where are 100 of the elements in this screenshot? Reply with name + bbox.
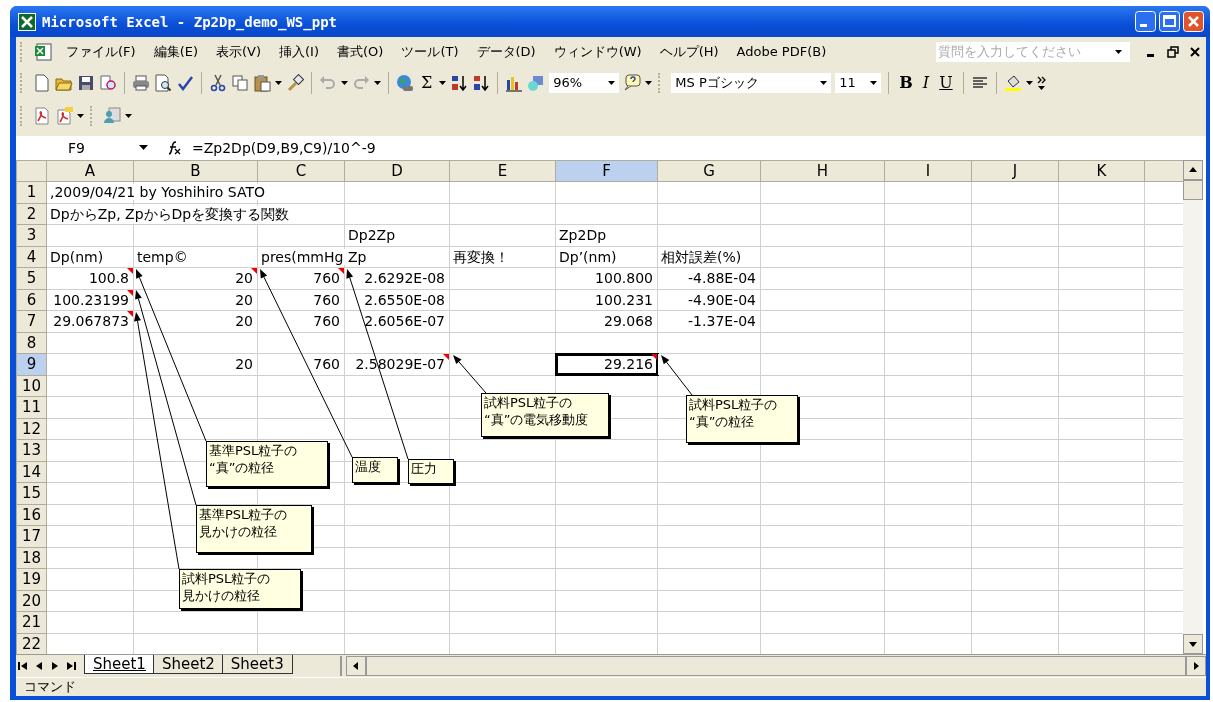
caret-icon[interactable] xyxy=(820,80,828,85)
caret-icon[interactable] xyxy=(341,80,348,85)
row-header[interactable]: 1 xyxy=(16,181,47,203)
scroll-down-icon[interactable] xyxy=(1183,634,1203,654)
column-header[interactable]: H xyxy=(760,160,885,182)
column-header[interactable]: G xyxy=(657,160,761,182)
function-icon[interactable] xyxy=(166,140,182,155)
pdf-icon[interactable] xyxy=(33,107,51,126)
row-header[interactable]: 11 xyxy=(16,396,47,418)
row-header[interactable]: 12 xyxy=(16,418,47,440)
menu-item[interactable]: ファイル(F) xyxy=(57,40,145,63)
new-document-icon[interactable] xyxy=(33,73,51,92)
autosum-button[interactable]: Σ xyxy=(418,73,436,93)
save-icon[interactable] xyxy=(77,73,95,92)
menu-item[interactable]: ヘルプ(H) xyxy=(650,40,728,63)
italic-button[interactable]: I xyxy=(919,73,933,93)
row-header[interactable]: 14 xyxy=(16,461,47,483)
column-header[interactable]: E xyxy=(449,160,556,182)
last-sheet-icon[interactable] xyxy=(64,660,78,672)
column-header[interactable]: F xyxy=(555,160,658,182)
row-header[interactable]: 3 xyxy=(16,224,47,246)
formula-field[interactable]: =Zp2Dp(D9,B9,C9)/10^-9 xyxy=(192,139,376,156)
paste-icon[interactable] xyxy=(253,73,271,92)
help-search-field[interactable]: 質問を入力してください xyxy=(936,41,1130,62)
sort-ascending-icon[interactable] xyxy=(450,73,469,92)
zoom-field[interactable]: 96% xyxy=(549,72,620,93)
menu-item[interactable]: 書式(O) xyxy=(328,40,393,63)
row-header[interactable]: 6 xyxy=(16,289,47,311)
sheet-tab[interactable]: Sheet3 xyxy=(221,655,293,674)
first-sheet-icon[interactable] xyxy=(16,660,30,672)
menu-item[interactable]: 編集(E) xyxy=(144,40,207,63)
row-header[interactable]: 19 xyxy=(16,568,47,590)
row-header[interactable]: 17 xyxy=(16,525,47,547)
caret-icon[interactable] xyxy=(125,114,132,119)
scroll-right-icon[interactable] xyxy=(1186,656,1206,676)
scroll-left-icon[interactable] xyxy=(346,656,366,676)
caret-icon[interactable] xyxy=(77,114,84,119)
caret-icon[interactable] xyxy=(645,80,653,85)
caret-icon[interactable] xyxy=(139,145,148,151)
row-header[interactable]: 20 xyxy=(16,590,47,612)
restore-icon[interactable] xyxy=(1167,45,1179,58)
caret-icon[interactable] xyxy=(275,80,282,85)
comment-text: 圧力 xyxy=(411,461,437,478)
row-header[interactable]: 13 xyxy=(16,439,47,461)
row-header[interactable]: 7 xyxy=(16,310,47,332)
caret-icon[interactable] xyxy=(439,80,447,85)
row-header[interactable]: 15 xyxy=(16,482,47,504)
pdf-comment-icon[interactable] xyxy=(55,107,73,126)
font-size-field[interactable]: 11 xyxy=(835,72,882,93)
column-header[interactable]: I xyxy=(884,160,972,182)
column-header[interactable]: J xyxy=(971,160,1059,182)
caret-icon[interactable] xyxy=(870,80,878,85)
menu-item[interactable]: データ(D) xyxy=(467,40,545,63)
row-header[interactable]: 21 xyxy=(16,611,47,633)
column-header[interactable]: K xyxy=(1058,160,1145,182)
sheet-tab[interactable]: Sheet1 xyxy=(84,655,155,674)
help-icon[interactable] xyxy=(623,73,642,92)
menu-item[interactable]: Adobe PDF(B) xyxy=(727,42,836,62)
sort-descending-icon[interactable] xyxy=(472,73,491,92)
fill-color-icon[interactable] xyxy=(1003,73,1022,92)
font-name-field[interactable]: MS Pゴシック xyxy=(671,72,832,93)
column-header[interactable]: D xyxy=(344,160,450,182)
format-painter-icon[interactable] xyxy=(286,73,304,92)
column-header[interactable]: A xyxy=(46,160,134,182)
minimize-icon[interactable] xyxy=(1135,11,1156,33)
bold-button[interactable]: B xyxy=(896,73,916,93)
close-icon[interactable] xyxy=(1189,45,1201,58)
menu-item[interactable]: ウィンドウ(W) xyxy=(544,40,651,63)
cell-text: -1.37E-04 xyxy=(687,313,757,329)
menu-item[interactable]: 表示(V) xyxy=(207,40,271,63)
active-cell[interactable]: 29.216 xyxy=(555,353,658,375)
underline-button[interactable]: U xyxy=(936,73,956,93)
globe-icon[interactable] xyxy=(396,73,414,92)
print-icon[interactable] xyxy=(132,73,150,92)
row-header[interactable]: 10 xyxy=(16,375,47,397)
print-preview-icon[interactable] xyxy=(154,73,172,92)
caret-icon[interactable] xyxy=(608,80,616,85)
row-header[interactable]: 4 xyxy=(16,246,47,268)
row-header[interactable]: 5 xyxy=(16,267,47,289)
column-header[interactable]: B xyxy=(133,160,258,182)
column-header[interactable]: C xyxy=(257,160,345,182)
row-header[interactable]: 22 xyxy=(16,633,47,654)
row-header[interactable]: 16 xyxy=(16,504,47,526)
permission-icon[interactable] xyxy=(99,73,117,92)
row-header[interactable]: 2 xyxy=(16,203,47,225)
copy-icon[interactable] xyxy=(231,73,249,92)
caret-icon[interactable] xyxy=(374,80,381,85)
row-header[interactable]: 9 xyxy=(16,353,47,375)
caret-icon[interactable] xyxy=(1025,80,1033,85)
cut-icon[interactable] xyxy=(209,73,227,92)
row-header[interactable]: 8 xyxy=(16,332,47,354)
maximize-icon[interactable] xyxy=(1159,11,1180,33)
row-header[interactable]: 18 xyxy=(16,547,47,569)
toolbar-options-icon[interactable] xyxy=(1036,74,1046,91)
caret-icon[interactable] xyxy=(1115,49,1122,54)
sheet-tab[interactable]: Sheet2 xyxy=(152,655,224,674)
workbook-icon[interactable] xyxy=(34,42,52,61)
scroll-up-icon[interactable] xyxy=(1183,160,1203,180)
menu-item[interactable]: ツール(T) xyxy=(392,40,468,63)
menu-item[interactable]: 挿入(I) xyxy=(270,40,328,63)
